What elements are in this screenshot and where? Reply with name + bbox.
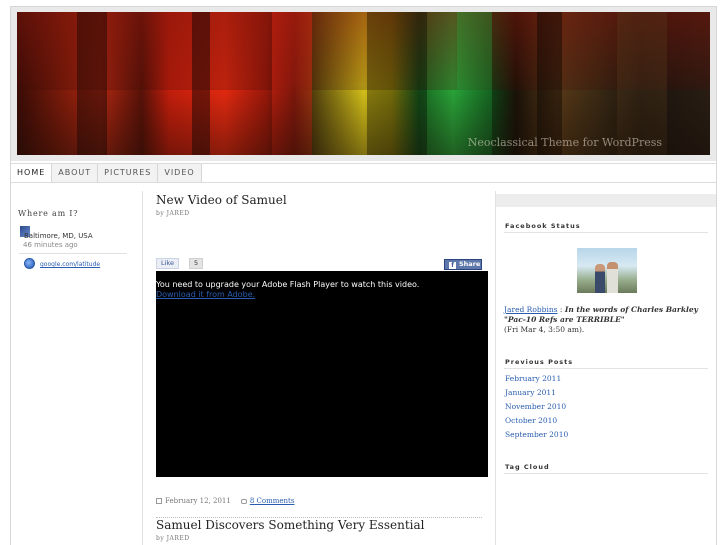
facebook-status-text: Jared Robbins : In the words of Charles … <box>504 305 710 335</box>
previous-posts-title: Previous Posts <box>505 358 574 366</box>
header: Neoclassical Theme for WordPress <box>11 7 716 161</box>
archive-link[interactable]: February 2011 <box>505 374 561 383</box>
location-text: Baltimore, MD, USA <box>24 232 93 240</box>
comment-icon <box>240 499 247 504</box>
post-byline: by JARED <box>156 535 190 542</box>
status-separator: : <box>557 305 565 314</box>
calendar-icon <box>156 498 162 504</box>
nav-item-video[interactable]: Video <box>158 164 202 182</box>
where-am-i-title: Where am I? <box>18 209 79 218</box>
archive-link[interactable]: October 2010 <box>505 416 557 425</box>
post-date: February 12, 2011 <box>165 497 231 505</box>
left-sidebar: Where am I? Baltimore, MD, USA 46 minute… <box>11 191 143 545</box>
nav-item-about[interactable]: About <box>52 164 99 182</box>
banner-shade <box>17 12 710 90</box>
divider <box>504 473 708 474</box>
divider <box>504 232 708 233</box>
adobe-download-link[interactable]: Download it from Adobe. <box>156 290 255 299</box>
facebook-share-button[interactable]: f Share <box>444 259 482 270</box>
facebook-status-title: Facebook Status <box>505 222 581 230</box>
profile-photo[interactable] <box>577 248 637 293</box>
tag-cloud-title: Tag Cloud <box>505 463 550 471</box>
divider <box>504 368 708 369</box>
like-count: 5 <box>189 258 204 269</box>
post-byline: by JARED <box>156 210 190 217</box>
archive-link[interactable]: January 2011 <box>505 388 556 397</box>
post-meta: February 12, 2011 8 Comments <box>156 497 294 505</box>
main-content: New Video of Samuel by JARED Like 5 f Sha… <box>156 191 488 545</box>
site-tagline: Neoclassical Theme for WordPress <box>467 136 662 149</box>
facebook-like-button[interactable]: Like <box>156 258 179 269</box>
post-title[interactable]: New Video of Samuel <box>156 193 287 207</box>
status-time: (Fri Mar 4, 3:50 am). <box>504 325 585 334</box>
flash-upgrade-message: You need to upgrade your Adobe Flash Pla… <box>156 280 420 289</box>
facebook-icon: f <box>449 262 456 269</box>
sidebar-band <box>496 194 716 207</box>
comments-link[interactable]: 8 Comments <box>250 497 295 505</box>
share-label: Share <box>459 260 481 268</box>
divider <box>19 253 127 254</box>
latitude-icon[interactable] <box>24 258 35 269</box>
video-player[interactable]: You need to upgrade your Adobe Flash Pla… <box>156 271 488 477</box>
photo-person <box>607 262 618 293</box>
location-time: 46 minutes ago <box>23 241 78 249</box>
post-title[interactable]: Samuel Discovers Something Very Essentia… <box>156 518 424 532</box>
header-banner-image[interactable]: Neoclassical Theme for WordPress <box>17 12 710 155</box>
nav-item-home[interactable]: Home <box>11 164 53 182</box>
right-sidebar: Facebook Status Jared Robbins : In the w… <box>495 191 716 545</box>
photo-person <box>595 264 605 293</box>
archive-link[interactable]: November 2010 <box>505 402 566 411</box>
latitude-link[interactable]: google.com/latitude <box>40 261 100 268</box>
archive-link[interactable]: September 2010 <box>505 430 568 439</box>
main-nav: Home About Pictures Video <box>11 163 716 183</box>
status-author-link[interactable]: Jared Robbins <box>504 305 558 314</box>
nav-item-pictures[interactable]: Pictures <box>98 164 159 182</box>
